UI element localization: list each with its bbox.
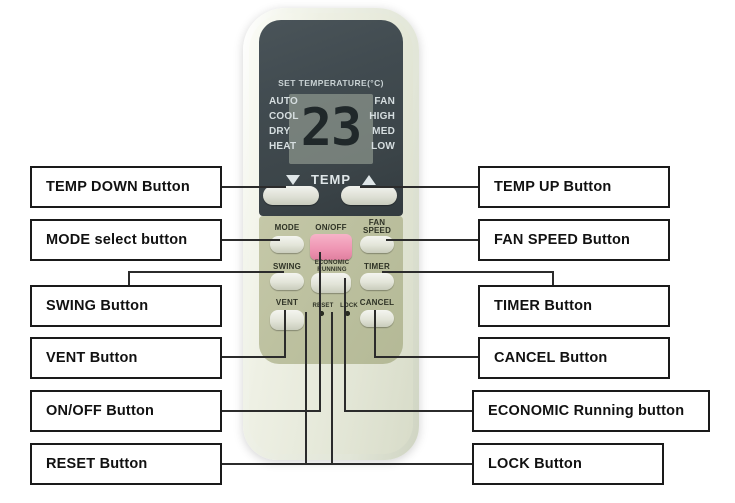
temp-up-button[interactable] (341, 186, 397, 205)
callout-swing[interactable]: SWING Button (30, 285, 222, 327)
callout-vent-label: VENT Button (46, 350, 138, 366)
leader-swing (128, 271, 284, 273)
callout-temp-down-label: TEMP DOWN Button (46, 179, 190, 195)
fan-indicator-fan: FAN (374, 96, 395, 107)
mode-indicator-dry: DRY (269, 126, 291, 137)
vent-key-label: VENT (275, 298, 299, 307)
callout-economic-label: ECONOMIC Running button (488, 403, 685, 419)
leader-economic-riser (344, 278, 346, 411)
leader-vent-riser (284, 310, 286, 358)
callout-vent[interactable]: VENT Button (30, 337, 222, 379)
fan-indicator-med: MED (372, 126, 395, 137)
triangle-down-icon (285, 174, 300, 185)
callout-temp-up[interactable]: TEMP UP Button (478, 166, 670, 208)
callout-fan-speed[interactable]: FAN SPEED Button (478, 219, 670, 261)
leader-cancel-riser (374, 310, 376, 358)
fan-indicator-high: HIGH (369, 111, 395, 122)
callout-mode-select-label: MODE select button (46, 232, 188, 248)
swing-button[interactable] (270, 273, 304, 290)
leader-on-off-riser (319, 252, 321, 411)
callout-reset-label: RESET Button (46, 456, 148, 472)
triangle-up-icon (362, 174, 377, 185)
leader-vent (222, 356, 286, 358)
vent-button[interactable] (270, 310, 304, 330)
callout-on-off-label: ON/OFF Button (46, 403, 155, 419)
leader-cancel (374, 356, 478, 358)
callout-lock-label: LOCK Button (488, 456, 583, 472)
display-title: SET TEMPERATURE(°C) (278, 78, 384, 88)
leader-lock (331, 463, 472, 465)
leader-economic (344, 410, 472, 412)
callout-timer-label: TIMER Button (494, 298, 593, 314)
leader-timer (382, 271, 554, 273)
callout-on-off[interactable]: ON/OFF Button (30, 390, 222, 432)
callout-reset[interactable]: RESET Button (30, 443, 222, 485)
leader-temp-up (360, 186, 478, 188)
callout-cancel[interactable]: CANCEL Button (478, 337, 670, 379)
temp-down-button[interactable] (263, 186, 319, 205)
leader-fan-speed (386, 239, 478, 241)
callout-cancel-label: CANCEL Button (494, 350, 608, 366)
fan-indicator-low: LOW (371, 141, 395, 152)
temp-row-label: TEMP (310, 172, 352, 187)
reset-key-label: RESET (312, 303, 334, 309)
fan-indicator-list: FAN HIGH MED LOW (369, 96, 395, 152)
timer-button[interactable] (360, 273, 394, 290)
cancel-key-label: CANCEL (359, 298, 395, 307)
mode-indicator-cool: COOL (269, 111, 299, 122)
callout-lock[interactable]: LOCK Button (472, 443, 664, 485)
swing-key-label: SWING (272, 262, 302, 271)
leader-timer-riser (552, 272, 554, 286)
temp-row: TEMP (259, 172, 403, 187)
leader-lock-riser (331, 312, 333, 464)
callout-fan-speed-label: FAN SPEED Button (494, 232, 631, 248)
leader-swing-riser (128, 272, 130, 286)
mode-indicator-auto: AUTO (269, 96, 298, 107)
callout-temp-up-label: TEMP UP Button (494, 179, 612, 195)
callout-mode-select[interactable]: MODE select button (30, 219, 222, 261)
callout-economic[interactable]: ECONOMIC Running button (472, 390, 710, 432)
temperature-value: 23 (300, 98, 363, 158)
mode-indicator-heat: HEAT (269, 141, 297, 152)
diagram-canvas: SET TEMPERATURE(°C) 23 AUTO COOL DRY HEA… (0, 0, 735, 503)
timer-key-label: TIMER (364, 262, 390, 271)
leader-temp-down (222, 186, 286, 188)
fan-speed-key-label-line2: SPEED (362, 226, 392, 235)
callout-swing-label: SWING Button (46, 298, 149, 314)
callout-temp-down[interactable]: TEMP DOWN Button (30, 166, 222, 208)
leader-reset-riser (305, 312, 307, 464)
callout-timer[interactable]: TIMER Button (478, 285, 670, 327)
mode-key-label: MODE (274, 223, 300, 232)
on-off-button[interactable] (310, 234, 352, 260)
on-off-key-label: ON/OFF (315, 223, 347, 232)
cancel-button[interactable] (360, 310, 394, 327)
mode-indicator-list: AUTO COOL DRY HEAT (269, 96, 299, 152)
leader-mode (222, 239, 280, 241)
